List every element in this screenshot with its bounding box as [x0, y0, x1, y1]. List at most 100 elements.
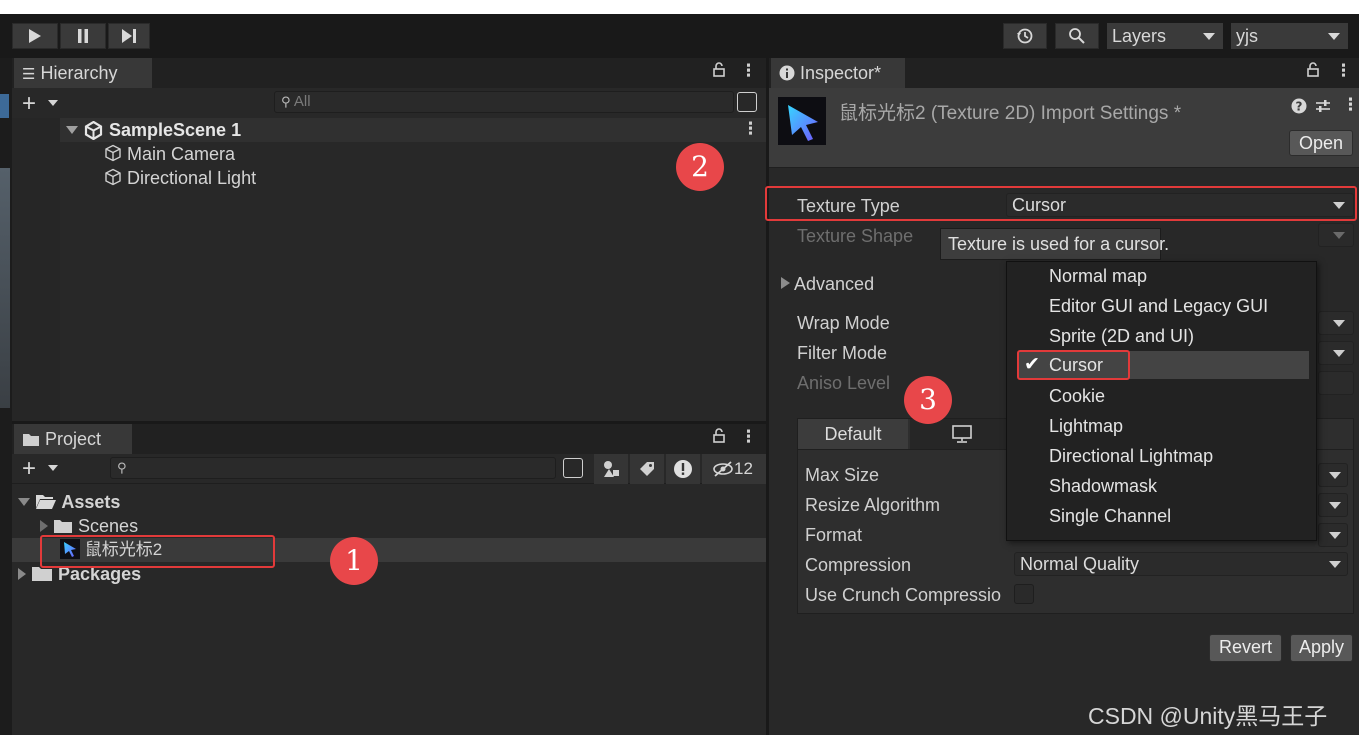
item-label: Directional Light	[127, 168, 257, 188]
step-marker-1: 1	[330, 537, 378, 585]
more-options-icon[interactable]: ⋮	[1335, 61, 1352, 81]
menu-item-sprite[interactable]: Sprite (2D and UI)	[1007, 322, 1309, 350]
add-icon[interactable]: +	[22, 90, 36, 118]
chevron-down-icon[interactable]	[48, 465, 58, 471]
aniso-level-field[interactable]	[1318, 371, 1354, 395]
lock-icon[interactable]	[712, 62, 726, 78]
filter-by-label-button[interactable]	[630, 454, 664, 484]
chevron-down-icon[interactable]	[48, 100, 58, 106]
scene-menu-icon[interactable]: ⋮	[742, 119, 759, 139]
top-toolbar: Layers yjs	[0, 14, 1359, 58]
gameobject-cube-icon	[105, 168, 121, 186]
tag-icon	[640, 462, 654, 476]
hierarchy-item-directional-light[interactable]: Directional Light	[104, 166, 256, 190]
tree-label: Assets	[61, 492, 121, 512]
expand-arrow-icon[interactable]	[18, 498, 30, 506]
history-button[interactable]	[1003, 23, 1047, 49]
history-icon	[1017, 28, 1033, 44]
collapse-arrow-icon[interactable]	[40, 520, 48, 532]
layers-label: Layers	[1112, 26, 1167, 46]
scene-row[interactable]: SampleScene 1 ⋮	[12, 118, 766, 421]
project-tab-label: Project	[45, 429, 102, 449]
advanced-foldout[interactable]: Advanced	[781, 274, 874, 295]
layers-dropdown[interactable]: Layers	[1107, 23, 1223, 49]
project-search-input[interactable]: ⚲	[110, 457, 556, 479]
collapse-arrow-icon[interactable]	[18, 568, 26, 580]
tree-item-assets[interactable]: Assets	[18, 490, 120, 514]
lock-icon[interactable]	[712, 428, 726, 444]
unity-scene-icon	[84, 121, 103, 140]
list-icon: ☰	[22, 66, 36, 83]
tab-inspector[interactable]: Inspector*	[771, 58, 905, 88]
search-scope-icon[interactable]	[563, 458, 583, 478]
filter-mode-dropdown[interactable]	[1318, 341, 1354, 365]
menu-item-single-channel[interactable]: Single Channel	[1007, 502, 1309, 530]
eye-slash-icon	[713, 461, 733, 477]
wrap-mode-dropdown[interactable]	[1318, 311, 1354, 335]
advanced-label: Advanced	[794, 274, 875, 294]
chevron-down-icon	[1333, 320, 1345, 327]
expand-arrow-icon[interactable]	[66, 126, 78, 134]
resize-algorithm-label: Resize Algorithm	[805, 495, 941, 515]
highlight-box-asset	[40, 535, 275, 568]
format-dropdown[interactable]	[1318, 523, 1348, 547]
open-button[interactable]: Open	[1289, 130, 1353, 156]
hidden-packages-toggle[interactable]: 12	[702, 454, 766, 484]
crunch-compression-label: Use Crunch Compressio	[805, 585, 1002, 605]
header-more-icon[interactable]: ⋮	[1342, 95, 1359, 115]
hierarchy-tabbar: ☰ Hierarchy ⋮	[12, 58, 766, 88]
hierarchy-gutter	[12, 118, 60, 421]
crunch-compression-checkbox[interactable]	[1014, 584, 1034, 604]
menu-item-shadowmask[interactable]: Shadowmask	[1007, 472, 1309, 500]
filter-mode-label: Filter Mode	[797, 343, 888, 363]
texture-shape-dropdown[interactable]	[1318, 223, 1354, 247]
account-dropdown[interactable]: yjs	[1231, 23, 1348, 49]
menu-item-editor-gui[interactable]: Editor GUI and Legacy GUI	[1007, 292, 1309, 320]
chevron-down-icon	[1328, 33, 1340, 40]
menu-item-directional-lightmap[interactable]: Directional Lightmap	[1007, 442, 1309, 470]
watermark: CSDN @Unity黑马王子	[1088, 703, 1328, 729]
inspector-header-title: 鼠标光标2 (Texture 2D) Import Settings *	[839, 103, 1182, 124]
search-icon: ⚲	[281, 94, 291, 109]
compression-dropdown[interactable]: Normal Quality	[1014, 552, 1348, 576]
add-icon[interactable]: +	[22, 455, 36, 483]
project-tabbar: Project ⋮	[12, 424, 766, 454]
menu-item-cookie[interactable]: Cookie	[1007, 382, 1309, 410]
tab-default-platform[interactable]: Default	[798, 419, 908, 449]
more-options-icon[interactable]: ⋮	[740, 427, 757, 447]
inspector-tabbar: Inspector* ⋮	[769, 58, 1359, 88]
play-icon	[29, 29, 41, 43]
menu-item-normal-map[interactable]: Normal map	[1007, 262, 1309, 290]
aniso-level-label: Aniso Level	[797, 373, 891, 393]
search-button[interactable]	[1055, 23, 1099, 49]
tab-project[interactable]: Project	[14, 424, 132, 454]
hierarchy-item-main-camera[interactable]: Main Camera	[104, 142, 235, 166]
revert-button[interactable]: Revert	[1209, 634, 1282, 662]
resize-algorithm-dropdown[interactable]	[1318, 493, 1348, 517]
max-size-dropdown[interactable]	[1318, 463, 1348, 487]
step-button[interactable]	[108, 23, 150, 49]
chevron-down-icon	[1329, 532, 1341, 539]
chevron-down-icon	[1203, 33, 1215, 40]
presets-icon[interactable]	[1315, 98, 1331, 114]
tab-hierarchy[interactable]: ☰ Hierarchy	[14, 58, 152, 88]
filter-by-type-button[interactable]	[594, 454, 628, 484]
item-label: Main Camera	[127, 144, 236, 164]
hierarchy-search-input[interactable]: ⚲ All	[274, 91, 734, 113]
inspector-tab-label: Inspector*	[800, 63, 882, 83]
folder-icon	[54, 520, 73, 533]
tooltip: Texture is used for a cursor.	[940, 228, 1169, 260]
filter-errors-button[interactable]	[666, 454, 700, 484]
play-button[interactable]	[12, 23, 58, 49]
search-scope-icon[interactable]	[737, 92, 757, 112]
step-icon	[122, 29, 136, 43]
lock-icon[interactable]	[1306, 62, 1320, 78]
help-icon[interactable]: ?	[1291, 98, 1307, 114]
menu-item-lightmap[interactable]: Lightmap	[1007, 412, 1309, 440]
wrap-mode-label: Wrap Mode	[797, 313, 890, 333]
apply-button[interactable]: Apply	[1290, 634, 1353, 662]
collapse-arrow-icon	[781, 277, 790, 289]
hierarchy-tab-label: Hierarchy	[40, 63, 118, 83]
more-options-icon[interactable]: ⋮	[740, 61, 757, 81]
pause-button[interactable]	[60, 23, 106, 49]
